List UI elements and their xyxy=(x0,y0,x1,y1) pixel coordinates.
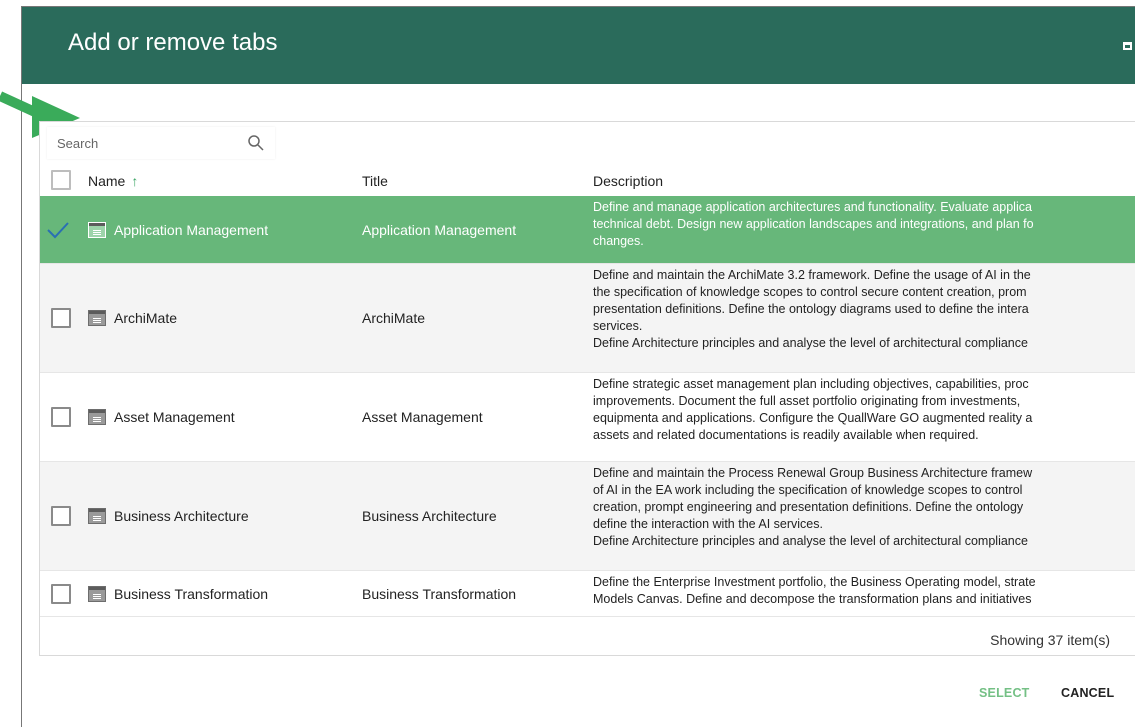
column-name-label: Name xyxy=(88,173,126,189)
table-row[interactable]: Asset Management Asset Management Define… xyxy=(40,373,1135,462)
row-description: Define and manage application architectu… xyxy=(593,200,1034,248)
tab-icon xyxy=(88,310,106,326)
table-row[interactable]: Application Management Application Manag… xyxy=(40,196,1135,264)
row-description: Define the Enterprise Investment portfol… xyxy=(593,575,1036,606)
tab-icon xyxy=(88,221,106,238)
row-checkbox[interactable] xyxy=(51,506,71,526)
table-row[interactable]: Business Architecture Business Architect… xyxy=(40,462,1135,571)
table-row[interactable]: Business Transformation Business Transfo… xyxy=(40,571,1135,617)
tab-icon xyxy=(88,409,106,425)
row-checkbox[interactable] xyxy=(51,407,71,427)
row-checkbox[interactable] xyxy=(51,308,71,328)
search-input[interactable] xyxy=(57,134,227,152)
search-icon[interactable] xyxy=(247,134,265,152)
maximize-icon[interactable] xyxy=(1123,42,1132,50)
row-title: ArchiMate xyxy=(362,310,426,326)
row-title: Application Management xyxy=(362,221,517,238)
row-name: Business Architecture xyxy=(114,508,249,524)
search-box xyxy=(47,127,275,159)
row-name: Application Management xyxy=(114,221,269,238)
row-checkbox[interactable] xyxy=(51,583,71,604)
sort-ascending-icon[interactable]: ↑ xyxy=(131,173,138,189)
dialog-title: Add or remove tabs xyxy=(68,29,278,56)
row-name: Asset Management xyxy=(114,409,235,425)
row-title: Business Architecture xyxy=(362,508,497,524)
column-header-description[interactable]: Description xyxy=(593,173,663,189)
tabs-grid: Name ↑ Title Description Application Mana… xyxy=(39,121,1135,656)
select-button[interactable]: SELECT xyxy=(979,686,1030,700)
column-header-title[interactable]: Title xyxy=(362,173,388,189)
tab-icon xyxy=(88,508,106,524)
select-all-checkbox[interactable] xyxy=(51,170,71,190)
table-row[interactable]: ArchiMate ArchiMate Define and maintain … xyxy=(40,264,1135,373)
checkmark-icon[interactable] xyxy=(47,220,69,240)
row-name: Business Transformation xyxy=(114,585,269,602)
cancel-button[interactable]: CANCEL xyxy=(1061,686,1114,700)
row-description: Define and maintain the ArchiMate 3.2 fr… xyxy=(593,268,1031,350)
table-header: Name ↑ Title Description xyxy=(40,166,1135,196)
tab-icon xyxy=(88,585,106,602)
row-title: Business Transformation xyxy=(362,585,517,602)
row-description: Define strategic asset management plan i… xyxy=(593,377,1033,442)
item-count: Showing 37 item(s) xyxy=(990,632,1110,648)
dialog-header: Add or remove tabs xyxy=(22,7,1135,84)
row-title: Asset Management xyxy=(362,409,483,425)
row-name: ArchiMate xyxy=(114,310,178,326)
row-description: Define and maintain the Process Renewal … xyxy=(593,466,1033,548)
column-header-name[interactable]: Name ↑ xyxy=(88,173,138,189)
